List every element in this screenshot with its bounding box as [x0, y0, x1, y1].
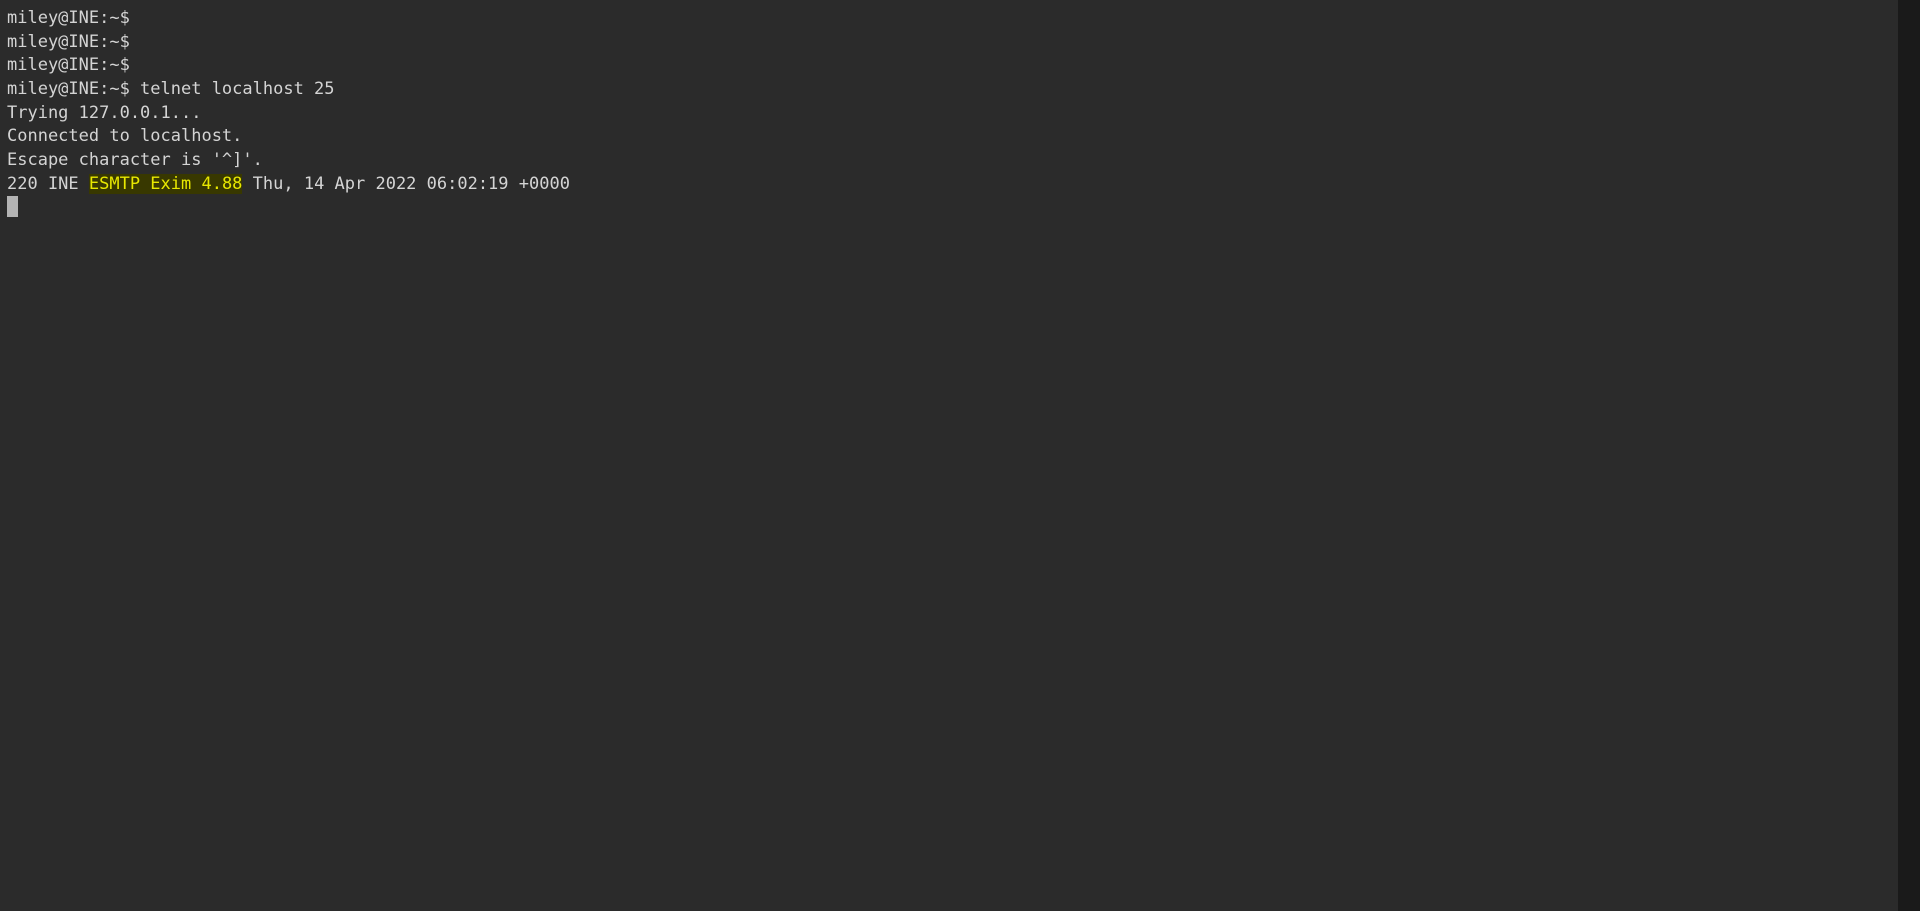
terminal-window: miley@INE:~$ miley@INE:~$ miley@INE:~$ mile…: [0, 0, 1920, 911]
terminal-line: Connected to localhost.: [7, 125, 1887, 149]
terminal-text: Connected to localhost.: [7, 126, 243, 147]
terminal-line: Trying 127.0.0.1...: [7, 102, 1887, 126]
terminal-text: Trying 127.0.0.1...: [7, 102, 202, 123]
terminal-screen[interactable]: miley@INE:~$ miley@INE:~$ miley@INE:~$ mile…: [0, 0, 1898, 911]
terminal-text: miley@INE:~$: [7, 31, 130, 52]
terminal-line: miley@INE:~$: [7, 7, 1887, 31]
terminal-highlighted-text: ESMTP Exim 4.88: [88, 173, 243, 194]
terminal-line: 220 INE ESMTP Exim 4.88 Thu, 14 Apr 2022…: [7, 173, 1887, 197]
terminal-text: Thu, 14 Apr 2022 06:02:19 +0000: [242, 173, 570, 194]
terminal-text: miley@INE:~$: [7, 8, 130, 28]
terminal-line: miley@INE:~$ telnet localhost 25: [7, 78, 1887, 102]
text-cursor: [7, 196, 18, 217]
terminal-text: miley@INE:~$: [7, 55, 130, 76]
terminal-line: Escape character is '^]'.: [7, 149, 1887, 173]
terminal-text: Escape character is '^]'.: [7, 150, 263, 171]
terminal-line: miley@INE:~$: [7, 31, 1887, 55]
terminal-text: miley@INE:~$ telnet localhost 25: [7, 79, 335, 100]
terminal-output[interactable]: miley@INE:~$ miley@INE:~$ miley@INE:~$ mile…: [7, 7, 1887, 197]
terminal-right-gutter: [1898, 0, 1920, 911]
terminal-line: miley@INE:~$: [7, 54, 1887, 78]
terminal-text: 220 INE: [7, 173, 89, 194]
